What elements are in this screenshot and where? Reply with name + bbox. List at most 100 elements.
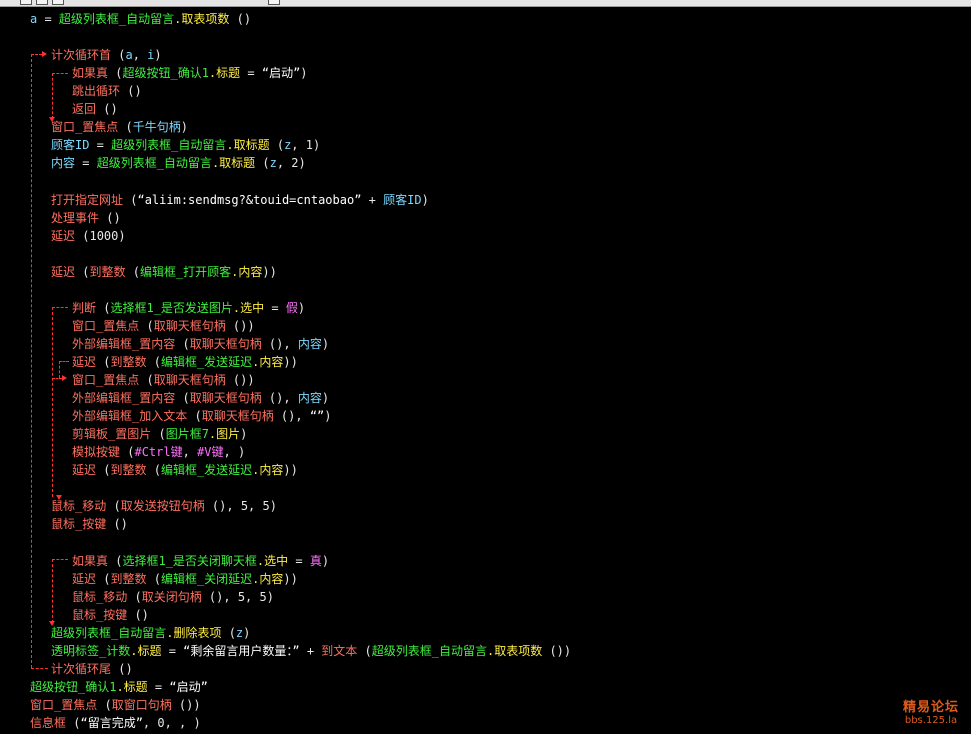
code-line[interactable]: 延迟 (到整数 (编辑框_关闭延迟.内容)) [72,570,298,588]
code-line[interactable]: 鼠标_按键 () [51,515,128,533]
code-token: ( [146,463,161,478]
toolbar-button-icon[interactable] [52,0,64,5]
if-guide-line [52,559,53,623]
forum-watermark: 精易论坛 bbs.125.la [903,696,959,726]
code-token: )) [262,264,277,279]
code-line[interactable]: 超级列表框_自动留言.删除表项 (z) [51,624,250,642]
toolbar-button-icon[interactable] [36,0,48,5]
code-line[interactable]: 如果真 (超级按钮_确认1.标题 = “启动”) [72,64,308,82]
code-token: .取标题 [226,138,270,153]
code-token: ) [240,427,248,442]
code-token: ( [66,715,81,730]
code-token: .选中 [256,553,289,568]
code-token: .内容 [252,463,284,478]
code-token: ( [187,409,202,424]
code-token: () [127,607,149,622]
code-token: 计次循环尾 [51,661,112,676]
code-token: = [147,679,170,694]
code-token: = [264,300,286,315]
code-token: 取聊天框句柄 [201,409,274,424]
code-token: , [182,445,198,460]
code-token: .内容 [231,264,263,279]
code-line[interactable]: 处理事件 () [51,209,121,227]
code-line[interactable]: 剪辑板_置图片 (图片框7.图片) [72,425,247,443]
code-token: .标题 [130,643,162,658]
code-token: 处理事件 [51,210,100,225]
code-line[interactable]: 外部编辑框_置内容 (取聊天框句柄 (), 内容) [72,389,329,407]
code-line[interactable]: 延迟 (到整数 (编辑框_发送延迟.内容)) [72,353,298,371]
code-token: (), [261,336,298,351]
watermark-url: bbs.125.la [904,715,958,726]
code-token: 图片框7 [165,427,209,442]
code-token: , ) [223,445,246,460]
code-line[interactable]: 判断 (选择框1_是否发送图片.选中 = 假) [72,299,305,317]
code-line[interactable]: 延迟 (到整数 (编辑框_发送延迟.内容)) [72,461,298,479]
code-token: , 0, , ) [142,715,201,730]
code-line[interactable]: 跳出循环 () [72,82,142,100]
code-line[interactable]: 窗口_置焦点 (千牛句柄) [51,118,188,136]
code-line[interactable]: 外部编辑框_置内容 (取聊天框句柄 (), 内容) [72,335,329,353]
code-token: a [125,48,133,63]
code-line[interactable]: 延迟 (到整数 (编辑框_打开顾客.内容)) [51,263,277,281]
code-line[interactable]: 如果真 (选择框1_是否关闭聊天框.选中 = 真) [72,552,329,570]
code-token: ()) [225,373,255,387]
code-token: = [37,12,59,26]
code-token: = [288,553,310,568]
code-token: ( [123,192,138,207]
code-line[interactable]: 延迟 (1000) [51,227,126,245]
code-line[interactable]: a = 超级列表框_自动留言.取表项数 () [30,10,251,28]
code-token: 鼠标_移动 [51,499,107,514]
code-token: 超级按钮_确认1 [122,66,209,81]
code-token: ) [321,336,330,351]
code-token: 内容 [297,391,322,406]
toolbar-button-icon[interactable] [20,0,32,5]
code-line[interactable]: 鼠标_移动 (取发送按钮句柄 (), 5, 5) [51,497,277,515]
code-token: 窗口_置焦点 [30,697,98,712]
code-token: 超级列表框_自动留言 [58,12,175,26]
code-token: ( [96,354,111,369]
code-token: () [99,210,121,225]
code-line[interactable]: 顾客ID = 超级列表框_自动留言.取标题 (z, 1) [51,136,320,154]
code-token: ) [324,409,332,424]
code-token: 窗口_置焦点 [72,373,140,387]
code-token: 打开指定网址 [51,192,124,207]
code-token: 外部编辑框_加入文本 [72,409,188,424]
code-token: ( [120,445,135,460]
code-token: 超级列表框_自动留言 [371,643,487,658]
if-guide-line [52,73,68,74]
judge-else-guide-line [59,361,60,378]
code-token: ) [421,192,429,207]
code-line[interactable]: 窗口_置焦点 (取聊天框句柄 ()) [72,371,255,389]
code-token: 顾客ID [51,138,90,153]
code-line[interactable]: 窗口_置焦点 (取聊天框句柄 ()) [72,317,255,335]
code-token: 取聊天框句柄 [153,318,226,333]
code-token: 到整数 [110,463,147,478]
code-line[interactable]: 外部编辑框_加入文本 (取聊天框句柄 (), “”) [72,407,332,425]
code-token: 取窗口句柄 [111,697,172,712]
code-line[interactable]: 计次循环首 (a, i) [51,46,162,64]
code-line[interactable]: 返回 () [72,100,118,118]
code-token: 取聊天框句柄 [189,336,262,351]
code-line[interactable]: 超级按钮_确认1.标题 = “启动” [30,678,208,696]
code-token: .内容 [252,354,284,369]
code-token: ()) [542,643,572,658]
code-token: ()) [225,318,255,333]
code-line[interactable]: 内容 = 超级列表框_自动留言.取标题 (z, 2) [51,154,306,172]
code-line[interactable]: 模拟按键 (#Ctrl键, #V键, ) [72,443,245,461]
toolbar-button-icon[interactable] [268,0,280,5]
code-line[interactable]: 透明标签_计数.标题 = “剩余留言用户数量：” + 到文本 (超级列表框_自动… [51,642,571,660]
code-token: 延迟 [72,571,97,586]
code-line[interactable]: 信息框 (“留言完成”, 0, , ) [30,714,201,732]
code-token: 真 [309,553,322,568]
code-token: 编辑框_发送延迟 [160,463,253,478]
code-line[interactable]: 打开指定网址 (“aliim:sendmsg?&touid=cntaobao” … [51,191,429,209]
code-token: (), [261,391,298,406]
code-line[interactable]: 计次循环尾 () [51,660,133,678]
code-editor[interactable]: a = 超级列表框_自动留言.取表项数 () 计次循环首 (a, i) 如果真 (超… [0,7,971,734]
code-token: ( [139,318,154,333]
code-line[interactable]: 鼠标_按键 () [72,606,149,624]
code-token: “剩余留言用户数量：” [183,643,300,658]
code-token: ( [146,571,161,586]
code-line[interactable]: 窗口_置焦点 (取窗口句柄 ()) [30,696,201,714]
code-line[interactable]: 鼠标_移动 (取关闭句柄 (), 5, 5) [72,588,274,606]
